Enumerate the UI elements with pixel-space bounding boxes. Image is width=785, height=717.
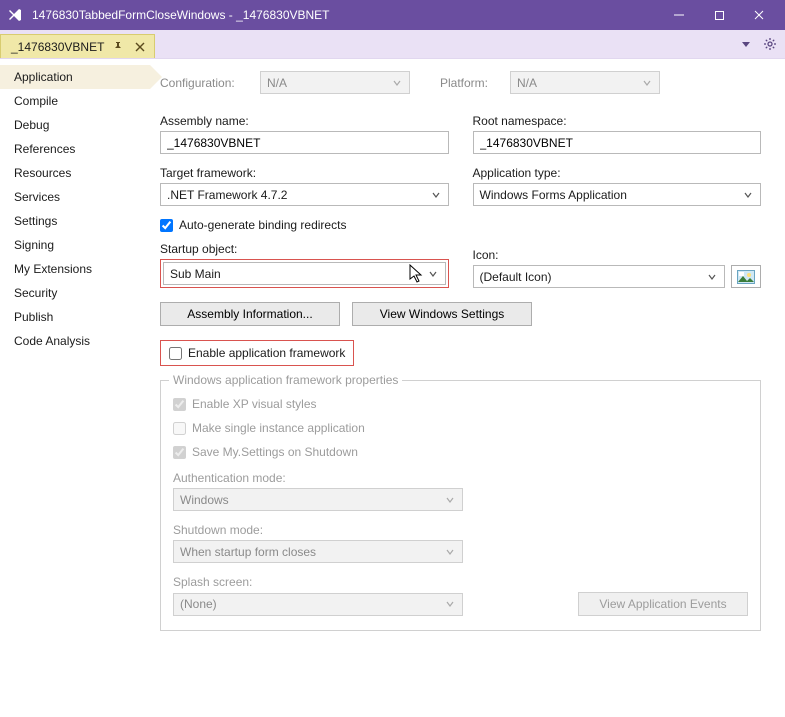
single-instance-input bbox=[173, 422, 186, 435]
assembly-information-button[interactable]: Assembly Information... bbox=[160, 302, 340, 326]
tabstrip-right bbox=[737, 30, 779, 58]
chevron-down-icon bbox=[389, 75, 405, 91]
sidebar-item-settings[interactable]: Settings bbox=[0, 209, 150, 233]
group-legend: Windows application framework properties bbox=[169, 373, 402, 387]
auto-generate-input[interactable] bbox=[160, 219, 173, 232]
startup-highlight: Sub Main bbox=[160, 259, 449, 288]
sidebar-item-services[interactable]: Services bbox=[0, 185, 150, 209]
root-namespace-input[interactable] bbox=[473, 131, 762, 154]
startup-object-label: Startup object: bbox=[160, 242, 449, 256]
row-assembly-root: Assembly name: Root namespace: bbox=[160, 114, 761, 154]
sidebar: ApplicationCompileDebugReferencesResourc… bbox=[0, 59, 150, 717]
sidebar-item-resources[interactable]: Resources bbox=[0, 161, 150, 185]
view-application-events-button: View Application Events bbox=[578, 592, 748, 616]
enable-app-framework-input[interactable] bbox=[169, 347, 182, 360]
auto-generate-checkbox[interactable]: Auto-generate binding redirects bbox=[160, 218, 761, 232]
target-framework-value: .NET Framework 4.7.2 bbox=[167, 188, 287, 202]
chevron-down-icon bbox=[442, 544, 458, 560]
pin-icon[interactable] bbox=[110, 39, 126, 55]
sidebar-item-signing[interactable]: Signing bbox=[0, 233, 150, 257]
root-namespace-label: Root namespace: bbox=[473, 114, 762, 128]
tab-close-icon[interactable] bbox=[132, 39, 148, 55]
splash-screen-label: Splash screen: bbox=[173, 575, 748, 589]
gear-icon[interactable] bbox=[761, 35, 779, 53]
save-settings-label: Save My.Settings on Shutdown bbox=[192, 445, 358, 459]
platform-label: Platform: bbox=[440, 76, 500, 90]
tab-strip: _1476830VBNET bbox=[0, 30, 785, 58]
row-target-apptype: Target framework: .NET Framework 4.7.2 A… bbox=[160, 166, 761, 206]
titlebar: 1476830TabbedFormCloseWindows - _1476830… bbox=[0, 0, 785, 30]
chevron-down-icon bbox=[639, 75, 655, 91]
splash-screen-select: (None) bbox=[173, 593, 463, 616]
sidebar-item-publish[interactable]: Publish bbox=[0, 305, 150, 329]
sidebar-item-references[interactable]: References bbox=[0, 137, 150, 161]
sidebar-item-compile[interactable]: Compile bbox=[0, 89, 150, 113]
xp-styles-input bbox=[173, 398, 186, 411]
icon-preview-button[interactable] bbox=[731, 265, 761, 288]
save-settings-checkbox: Save My.Settings on Shutdown bbox=[173, 445, 748, 459]
target-framework-select[interactable]: .NET Framework 4.7.2 bbox=[160, 183, 449, 206]
chevron-down-icon bbox=[740, 187, 756, 203]
sidebar-item-my-extensions[interactable]: My Extensions bbox=[0, 257, 150, 281]
icon-value: (Default Icon) bbox=[480, 270, 552, 284]
assembly-name-input[interactable] bbox=[160, 131, 449, 154]
platform-value: N/A bbox=[517, 76, 537, 90]
button-row: Assembly Information... View Windows Set… bbox=[160, 302, 761, 326]
view-windows-settings-button[interactable]: View Windows Settings bbox=[352, 302, 532, 326]
main-panel: Configuration: N/A Platform: N/A Assembl… bbox=[150, 59, 785, 717]
sidebar-item-security[interactable]: Security bbox=[0, 281, 150, 305]
application-type-select[interactable]: Windows Forms Application bbox=[473, 183, 762, 206]
save-settings-input bbox=[173, 446, 186, 459]
sidebar-item-application[interactable]: Application bbox=[0, 65, 150, 89]
auth-mode-label: Authentication mode: bbox=[173, 471, 748, 485]
startup-object-select[interactable]: Sub Main bbox=[163, 262, 446, 285]
single-instance-checkbox: Make single instance application bbox=[173, 421, 748, 435]
assembly-name-label: Assembly name: bbox=[160, 114, 449, 128]
auth-mode-value: Windows bbox=[180, 493, 229, 507]
xp-styles-checkbox: Enable XP visual styles bbox=[173, 397, 748, 411]
auth-mode-select: Windows bbox=[173, 488, 463, 511]
shutdown-mode-select: When startup form closes bbox=[173, 540, 463, 563]
chevron-down-icon bbox=[704, 269, 720, 285]
window-title: 1476830TabbedFormCloseWindows - _1476830… bbox=[32, 8, 330, 22]
framework-properties-group: Windows application framework properties… bbox=[160, 380, 761, 631]
target-framework-label: Target framework: bbox=[160, 166, 449, 180]
shutdown-mode-value: When startup form closes bbox=[180, 545, 316, 559]
icon-select[interactable]: (Default Icon) bbox=[473, 265, 726, 288]
close-button[interactable] bbox=[739, 0, 779, 30]
splash-screen-value: (None) bbox=[180, 597, 217, 611]
configuration-select: N/A bbox=[260, 71, 410, 94]
tab-label: _1476830VBNET bbox=[11, 40, 104, 54]
chevron-down-icon bbox=[428, 187, 444, 203]
sidebar-item-debug[interactable]: Debug bbox=[0, 113, 150, 137]
chevron-down-icon bbox=[425, 266, 441, 282]
body: ApplicationCompileDebugReferencesResourc… bbox=[0, 58, 785, 717]
minimize-button[interactable] bbox=[659, 0, 699, 30]
visual-studio-icon bbox=[6, 6, 24, 24]
configuration-label: Configuration: bbox=[160, 76, 250, 90]
document-tab[interactable]: _1476830VBNET bbox=[0, 34, 155, 58]
tab-menu-icon[interactable] bbox=[737, 35, 755, 53]
enable-app-framework-checkbox[interactable]: Enable application framework bbox=[163, 343, 351, 363]
auto-generate-label: Auto-generate binding redirects bbox=[179, 218, 346, 232]
chevron-down-icon bbox=[442, 596, 458, 612]
enable-app-framework-label: Enable application framework bbox=[188, 346, 345, 360]
sidebar-item-code-analysis[interactable]: Code Analysis bbox=[0, 329, 150, 353]
icon-label: Icon: bbox=[473, 248, 762, 262]
maximize-button[interactable] bbox=[699, 0, 739, 30]
single-instance-label: Make single instance application bbox=[192, 421, 365, 435]
application-type-label: Application type: bbox=[473, 166, 762, 180]
xp-styles-label: Enable XP visual styles bbox=[192, 397, 317, 411]
shutdown-mode-label: Shutdown mode: bbox=[173, 523, 748, 537]
startup-object-value: Sub Main bbox=[170, 267, 221, 281]
configuration-value: N/A bbox=[267, 76, 287, 90]
config-row: Configuration: N/A Platform: N/A bbox=[160, 71, 761, 94]
chevron-down-icon bbox=[442, 492, 458, 508]
application-type-value: Windows Forms Application bbox=[480, 188, 627, 202]
platform-select: N/A bbox=[510, 71, 660, 94]
enable-framework-highlight: Enable application framework bbox=[160, 340, 354, 366]
row-startup-icon: Startup object: Sub Main Icon: (Default … bbox=[160, 242, 761, 288]
